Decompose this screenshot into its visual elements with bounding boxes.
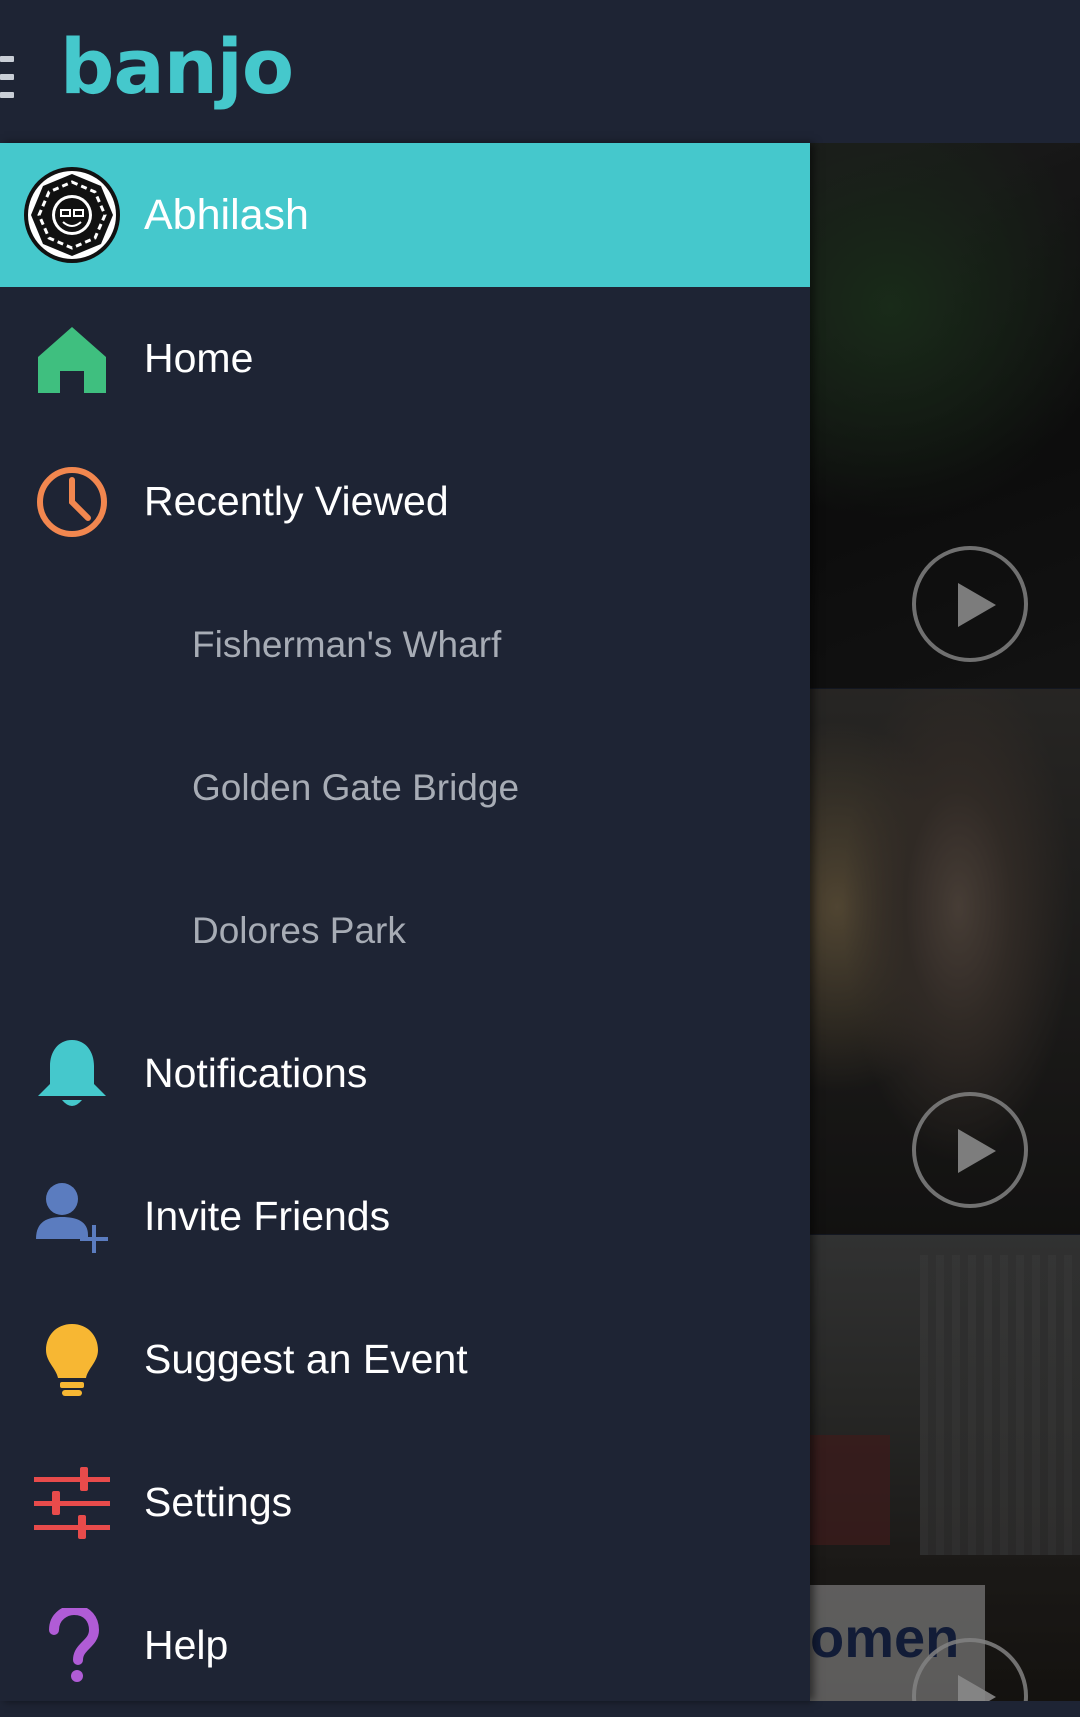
recent-item-dolores-park[interactable]: Dolores Park [0, 859, 810, 1002]
menu-item-settings[interactable]: Settings [0, 1431, 810, 1574]
recent-item-fishermans-wharf[interactable]: Fisherman's Wharf [0, 573, 810, 716]
recent-item-label: Fisherman's Wharf [192, 624, 502, 665]
add-user-icon [36, 1183, 108, 1253]
menu-item-notifications[interactable]: Notifications [0, 1002, 810, 1145]
menu-icon[interactable] [0, 56, 14, 98]
menu-item-home[interactable]: Home [0, 287, 810, 430]
clock-icon [37, 467, 107, 537]
app-logo[interactable]: banjo [60, 22, 294, 111]
recent-item-label: Golden Gate Bridge [192, 767, 520, 808]
app-bar: banjo [0, 0, 1080, 144]
avatar [24, 167, 120, 263]
recent-item-label: Dolores Park [192, 910, 406, 951]
lightbulb-icon [46, 1324, 98, 1396]
menu-item-invite-friends[interactable]: Invite Friends [0, 1145, 810, 1288]
menu-item-label: Settings [144, 1479, 293, 1525]
menu-item-label: Recently Viewed [144, 478, 449, 524]
profile-name: Abhilash [144, 191, 309, 239]
menu-item-label: Help [144, 1622, 229, 1668]
menu-item-recently-viewed[interactable]: Recently Viewed [0, 430, 810, 573]
menu-item-help[interactable]: Help [0, 1574, 810, 1717]
menu-item-label: Notifications [144, 1050, 368, 1096]
drawer-scrim[interactable] [810, 143, 1080, 1701]
navigation-drawer: Abhilash Home Recently Viewed Fisherman'… [0, 143, 810, 1701]
recent-item-golden-gate-bridge[interactable]: Golden Gate Bridge [0, 716, 810, 859]
menu-item-label: Invite Friends [144, 1193, 391, 1239]
question-icon [49, 1608, 100, 1682]
home-icon [38, 327, 106, 393]
profile-header[interactable]: Abhilash [0, 143, 810, 287]
sliders-icon [34, 1467, 110, 1539]
menu-item-label: Suggest an Event [144, 1336, 468, 1382]
bell-icon [38, 1040, 106, 1106]
menu-item-label: Home [144, 335, 254, 381]
menu-item-suggest-event[interactable]: Suggest an Event [0, 1288, 810, 1431]
